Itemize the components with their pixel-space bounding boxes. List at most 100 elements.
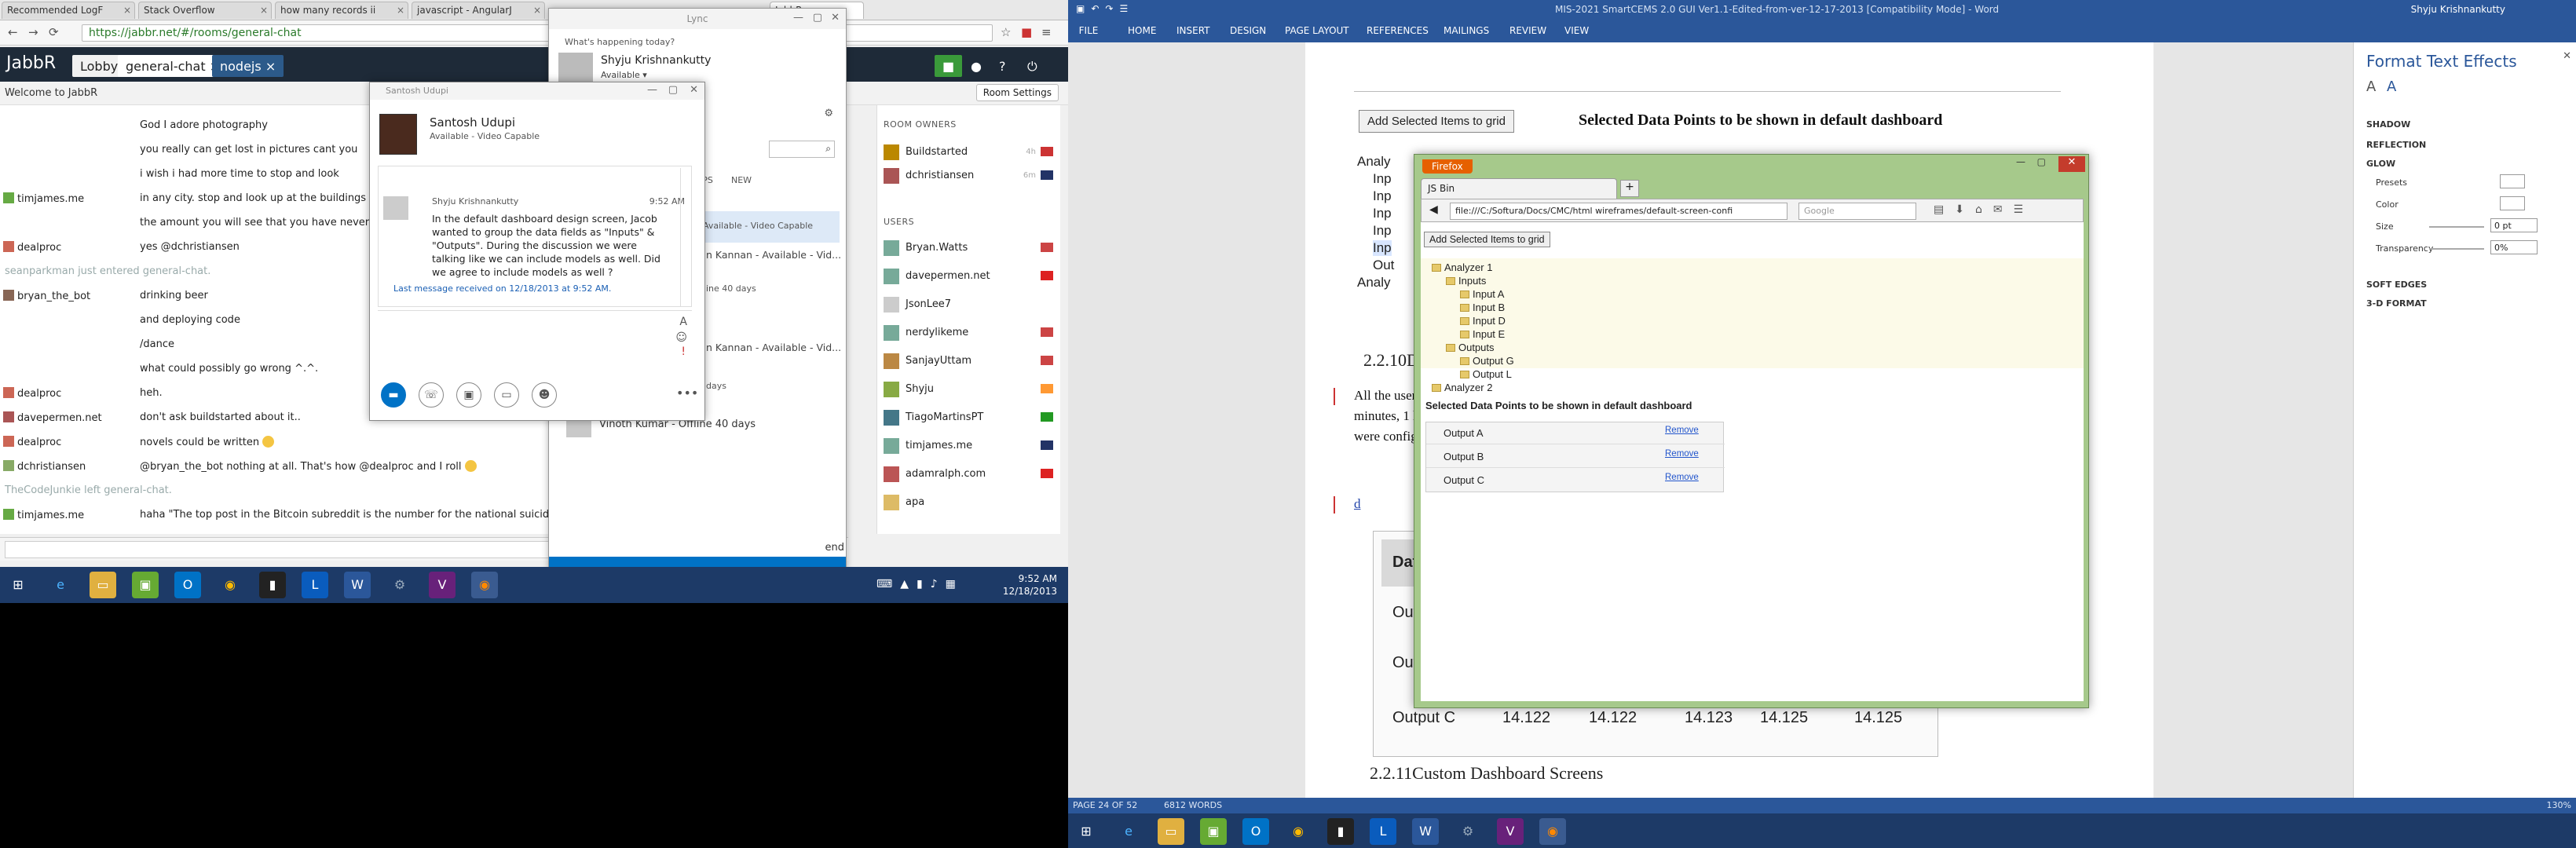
internet-explorer-icon[interactable]: e (47, 572, 74, 598)
app-icon[interactable]: ▣ (1200, 818, 1227, 845)
my-status[interactable]: Available ▾ (601, 70, 647, 80)
maximize-icon[interactable]: ▢ (813, 12, 822, 24)
contact-row-selected[interactable]: Available - Video Capable (703, 211, 840, 243)
chrome-icon[interactable]: ◉ (1285, 818, 1312, 845)
tree-node[interactable]: Analyzer 2 (1432, 382, 1492, 393)
user-icon[interactable]: ● (963, 55, 990, 77)
extension-icon[interactable]: ■ (1021, 25, 1032, 39)
tab-mailings[interactable]: MAILINGS (1444, 25, 1489, 36)
message-user[interactable]: bryan_the_bot (3, 290, 132, 302)
font-icon[interactable]: A (679, 316, 687, 328)
user-item[interactable]: apa (884, 490, 1056, 514)
outlook-icon[interactable]: O (174, 572, 201, 598)
presets-dropdown[interactable] (2500, 174, 2525, 188)
im-icon[interactable]: ▬ (381, 382, 406, 408)
toolbar-icons[interactable]: ▤⬇⌂✉☰ (1934, 203, 2034, 216)
user-item[interactable]: JsonLee7 (884, 292, 1056, 316)
visual-studio-icon[interactable]: V (429, 572, 456, 598)
tree-node[interactable]: Input B (1460, 302, 1505, 313)
tool-icon[interactable]: ⚙ (386, 572, 413, 598)
reload-icon[interactable]: ⟳ (49, 25, 59, 39)
firefox-icon[interactable]: ◉ (471, 572, 498, 598)
section-reflection[interactable]: REFLECTION (2366, 140, 2426, 150)
user-item[interactable]: davepermen.net (884, 264, 1056, 287)
size-slider[interactable] (2429, 226, 2484, 228)
owner-item[interactable]: dchristiansen 6m (884, 163, 1056, 187)
close-icon[interactable]: × (123, 5, 131, 16)
more-icon[interactable]: ••• (676, 386, 698, 400)
file-explorer-icon[interactable]: ▭ (90, 572, 116, 598)
section-shadow[interactable]: SHADOW (2366, 119, 2410, 130)
close-icon[interactable]: ✕ (690, 84, 698, 96)
tree-node[interactable]: Analyzer 1 (1432, 261, 1492, 273)
outlook-icon[interactable]: O (1242, 818, 1269, 845)
close-icon[interactable]: ✕ (2563, 50, 2571, 62)
tab-nodejs[interactable]: nodejs × (212, 55, 284, 77)
message-user[interactable]: timjames.me (3, 192, 132, 205)
section-glow[interactable]: GLOW (2366, 159, 2395, 169)
tree-node[interactable]: Inputs (1446, 275, 1486, 287)
file-explorer-icon[interactable]: ▭ (1158, 818, 1184, 845)
contact-row[interactable]: days (706, 381, 726, 391)
message-user[interactable]: dealproc (3, 387, 132, 400)
message-user[interactable]: dchristiansen (3, 460, 132, 473)
emoticon-icon[interactable]: ☺ (675, 331, 687, 344)
call-icon[interactable]: ☏ (419, 382, 444, 408)
close-icon[interactable]: ✕ (2058, 156, 2085, 172)
tab-page-layout[interactable]: PAGE LAYOUT (1285, 25, 1349, 36)
tree-node[interactable]: Input E (1460, 328, 1505, 340)
search-input[interactable]: ⌕ (769, 141, 835, 158)
participants-icon[interactable]: ☻ (532, 382, 557, 408)
video-icon[interactable]: ▣ (456, 382, 481, 408)
tree-node[interactable]: Output L (1460, 368, 1512, 380)
whats-happening-input[interactable]: What's happening today? (565, 37, 675, 47)
back-icon[interactable]: ← (8, 25, 18, 39)
quick-access-icons[interactable]: ▣↶↷☰ (1076, 3, 1134, 14)
minimize-icon[interactable]: — (647, 84, 657, 96)
system-tray-icons[interactable]: ⌨▲▮♪▦ (876, 578, 964, 590)
text-fill-icon[interactable]: A (2366, 79, 2376, 95)
terminal-icon[interactable]: ▮ (1327, 818, 1354, 845)
minimize-icon[interactable]: — (2016, 156, 2025, 167)
user-item[interactable]: nerdylikeme (884, 320, 1056, 344)
maximize-icon[interactable]: ▢ (2037, 156, 2046, 167)
message-user[interactable]: dealproc (3, 436, 132, 448)
minimize-icon[interactable]: — (793, 12, 803, 24)
tab-design[interactable]: DESIGN (1230, 25, 1266, 36)
remove-link[interactable]: Remove (1665, 426, 1699, 435)
tree-node[interactable]: Input D (1460, 315, 1506, 327)
word-icon[interactable]: W (1412, 818, 1439, 845)
visual-studio-icon[interactable]: V (1497, 818, 1524, 845)
tree-node[interactable]: Input A (1460, 288, 1504, 300)
help-icon[interactable]: ? (991, 55, 1014, 77)
tab-home[interactable]: HOME (1128, 25, 1156, 36)
terminal-icon[interactable]: ▮ (259, 572, 286, 598)
tab-view[interactable]: VIEW (1564, 25, 1589, 36)
firefox-icon[interactable]: ◉ (1539, 818, 1566, 845)
browser-tab[interactable]: javascript - AngularJ × (412, 2, 545, 19)
add-selected-button[interactable]: Add Selected Items to grid (1424, 232, 1550, 247)
message-user[interactable]: dealproc (3, 241, 132, 254)
page-count[interactable]: PAGE 24 OF 52 (1073, 800, 1137, 810)
tree-node[interactable]: Outputs (1446, 342, 1495, 353)
internet-explorer-icon[interactable]: e (1115, 818, 1142, 845)
transparency-slider[interactable] (2429, 248, 2484, 250)
contact-photo[interactable] (379, 114, 417, 155)
browser-tab[interactable]: how many records ii × (275, 2, 408, 19)
remove-link[interactable]: Remove (1665, 473, 1699, 482)
close-icon[interactable]: × (265, 59, 276, 74)
tab-new[interactable]: NEW (731, 175, 752, 185)
firefox-menu-button[interactable]: Firefox (1422, 159, 1473, 174)
app-icon[interactable]: ▣ (132, 572, 159, 598)
section-soft-edges[interactable]: SOFT EDGES (2366, 280, 2427, 290)
transparency-input[interactable]: 0% (2490, 240, 2538, 254)
text-effects-icon[interactable]: A (2387, 79, 2396, 95)
clock[interactable]: 9:52 AM 12/18/2013 (1003, 572, 1057, 598)
chrome-icon[interactable]: ◉ (217, 572, 243, 598)
gear-icon[interactable]: ⚙ (824, 108, 833, 119)
send-button[interactable]: end (825, 542, 845, 554)
back-icon[interactable]: ◀ (1429, 203, 1438, 216)
scrollbar[interactable] (680, 168, 690, 306)
close-icon[interactable]: × (260, 5, 268, 16)
search-input[interactable]: Google (1798, 203, 1916, 220)
